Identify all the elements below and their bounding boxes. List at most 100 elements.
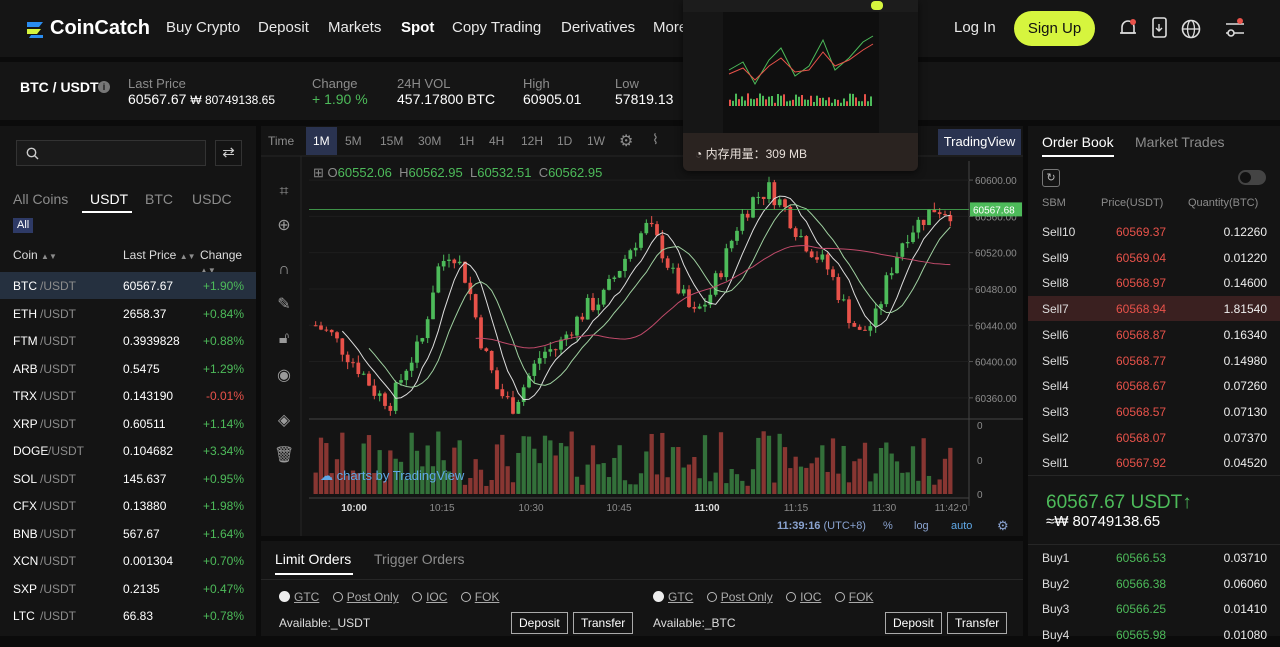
tab-btc[interactable]: BTC [145,191,173,207]
merge-toggle[interactable] [1238,170,1266,185]
tab-all-coins[interactable]: All Coins [13,191,68,207]
buy-ioc[interactable]: IOC [412,590,447,604]
market-row-cfx[interactable]: CFX/USDT 0.13880 +1.98% [0,492,256,519]
timeframe-4h[interactable]: 4H [489,134,504,148]
sell-transfer-button[interactable]: Transfer [947,612,1008,634]
zoom-in-icon[interactable]: ⊕ [274,215,294,235]
nav-markets[interactable]: Markets [328,19,381,36]
timeframe-1w[interactable]: 1W [587,134,605,148]
timeframe-5m[interactable]: 5M [345,134,362,148]
search-input[interactable] [16,140,206,166]
market-row-xcn[interactable]: XCN/USDT 0.001304 +0.70% [0,547,256,574]
pair-name[interactable]: BTC / USDT [20,79,99,95]
ob-sells-row[interactable]: Sell7 60568.94 1.81540 [1028,296,1280,322]
tab-limit-orders[interactable]: Limit Orders [275,551,351,567]
brand-name[interactable]: CoinCatch [50,17,150,40]
timeframe-1m[interactable]: 1M [306,127,337,155]
ob-buys-row[interactable]: Buy2 60566.38 0.06060 [1028,571,1280,596]
market-row-sxp[interactable]: SXP/USDT 0.2135 +0.47% [0,575,256,602]
ob-sells-row[interactable]: Sell6 60568.87 0.16340 [1028,322,1280,347]
ob-sells-row[interactable]: Sell3 60568.57 0.07130 [1028,399,1280,424]
ob-sells-row[interactable]: Sell4 60568.67 0.07260 [1028,373,1280,398]
market-row-trx[interactable]: TRX/USDT 0.143190 -0.01% [0,382,256,409]
col-coin-header[interactable]: Coin ▲▼ [13,248,57,262]
layers-icon[interactable]: ◈ [274,410,294,430]
auto-toggle[interactable]: auto [951,520,972,532]
indicators-icon[interactable]: ⌇ [652,131,659,148]
login-link[interactable]: Log In [954,19,996,36]
market-row-ftm[interactable]: FTM/USDT 0.3939828 +0.88% [0,327,256,354]
market-row-doge[interactable]: DOGE/USDT 0.104682 +3.34% [0,437,256,464]
chart-gear-icon[interactable]: ⚙ [619,131,633,151]
market-row-eth[interactable]: ETH/USDT 2658.37 +0.84% [0,300,256,327]
tab-usdc[interactable]: USDC [192,191,232,207]
percent-toggle[interactable]: % [883,520,893,532]
tab-usdt[interactable]: USDT [90,191,128,207]
buy-fok[interactable]: FOK [460,590,499,604]
sell-deposit-button[interactable]: Deposit [885,612,942,634]
tab-market-trades[interactable]: Market Trades [1135,134,1224,150]
pencil-lock-icon[interactable]: ✎ [274,294,294,314]
market-row-arb[interactable]: ARB/USDT 0.5475 +1.29% [0,355,256,382]
magnet-icon[interactable]: ∩ [274,261,294,281]
trash-icon[interactable]: 🗑︎ [274,445,294,465]
volume-bar [617,445,622,494]
timeframe-time[interactable]: Time [268,134,294,148]
tab-order-book[interactable]: Order Book [1042,134,1114,150]
ob-buys-row[interactable]: Buy3 60566.25 0.01410 [1028,596,1280,621]
ob-buys-row[interactable]: Buy1 60566.53 0.03710 [1028,545,1280,570]
buy-transfer-button[interactable]: Transfer [573,612,634,634]
volume-bar [633,484,638,494]
settings-icon[interactable] [1224,17,1246,44]
eye-icon[interactable]: ◉ [274,365,294,385]
sell-ioc[interactable]: IOC [786,590,821,604]
sell-gtc[interactable]: GTC [653,590,693,604]
tradingview-button[interactable]: TradingView [938,129,1021,155]
tab-trigger-orders[interactable]: Trigger Orders [374,551,465,567]
market-row-bnb[interactable]: BNB/USDT 567.67 +1.64% [0,520,256,547]
logo-icon[interactable] [25,19,45,39]
depth-view-icon[interactable]: ↻ [1042,169,1060,187]
info-icon[interactable]: i [98,81,110,93]
ob-sells-row[interactable]: Sell5 60568.77 0.14980 [1028,348,1280,373]
timeframe-1d[interactable]: 1D [557,134,572,148]
ob-sells-row[interactable]: Sell10 60569.37 0.12260 [1028,219,1280,244]
ob-buys-row[interactable]: Buy4 60565.98 0.01080 [1028,622,1280,647]
ob-sells-row[interactable]: Sell1 60567.92 0.04520 [1028,450,1280,475]
nav-buy-crypto[interactable]: Buy Crypto [166,19,240,36]
ob-sells-row[interactable]: Sell2 60568.07 0.07370 [1028,425,1280,450]
sell-fok[interactable]: FOK [834,590,873,604]
signup-button[interactable]: Sign Up [1014,11,1095,46]
buy-deposit-button[interactable]: Deposit [511,612,568,634]
timeframe-15m[interactable]: 15M [380,134,403,148]
timeframe-30m[interactable]: 30M [418,134,441,148]
nav-derivatives[interactable]: Derivatives [561,19,635,36]
ob-sells-row[interactable]: Sell9 60569.04 0.01220 [1028,245,1280,270]
nav-spot[interactable]: Spot [401,19,434,36]
col-price-header[interactable]: Last Price ▲▼ [123,248,196,262]
timeframe-12h[interactable]: 12H [521,134,543,148]
bell-icon[interactable] [1119,18,1137,43]
log-toggle[interactable]: log [914,520,929,532]
buy-post-only[interactable]: Post Only [332,590,399,604]
sell-post-only[interactable]: Post Only [706,590,773,604]
all-filter-badge[interactable]: All [13,218,34,233]
nav-copy-trading[interactable]: Copy Trading [452,19,541,36]
timeframe-1h[interactable]: 1H [459,134,474,148]
ob-sells-row[interactable]: Sell8 60568.97 0.14600 [1028,270,1280,295]
nav-deposit[interactable]: Deposit [258,19,309,36]
market-row-xrp[interactable]: XRP/USDT 0.60511 +1.14% [0,410,256,437]
lock-icon[interactable]: 🔓︎ [274,330,294,350]
buy-gtc[interactable]: GTC [279,590,319,604]
market-row-sol[interactable]: SOL/USDT 145.637 +0.95% [0,465,256,492]
market-row-ltc[interactable]: LTC/USDT 66.83 +0.78% [0,602,256,629]
globe-icon[interactable] [1181,19,1201,44]
market-row-btc[interactable]: BTC/USDT 60567.67 +1.90% [0,272,256,299]
coin-quote: /USDT [40,526,76,541]
chart-settings-icon[interactable]: ⚙ [997,518,1009,534]
coin-quote: /USDT [48,444,84,458]
download-icon[interactable] [1152,17,1168,44]
swap-icon[interactable]: ⇄ [215,140,242,166]
legend-toggle-icon[interactable]: ⊞ [313,165,324,180]
candle-tool-icon[interactable]: ⌗ [274,183,294,203]
